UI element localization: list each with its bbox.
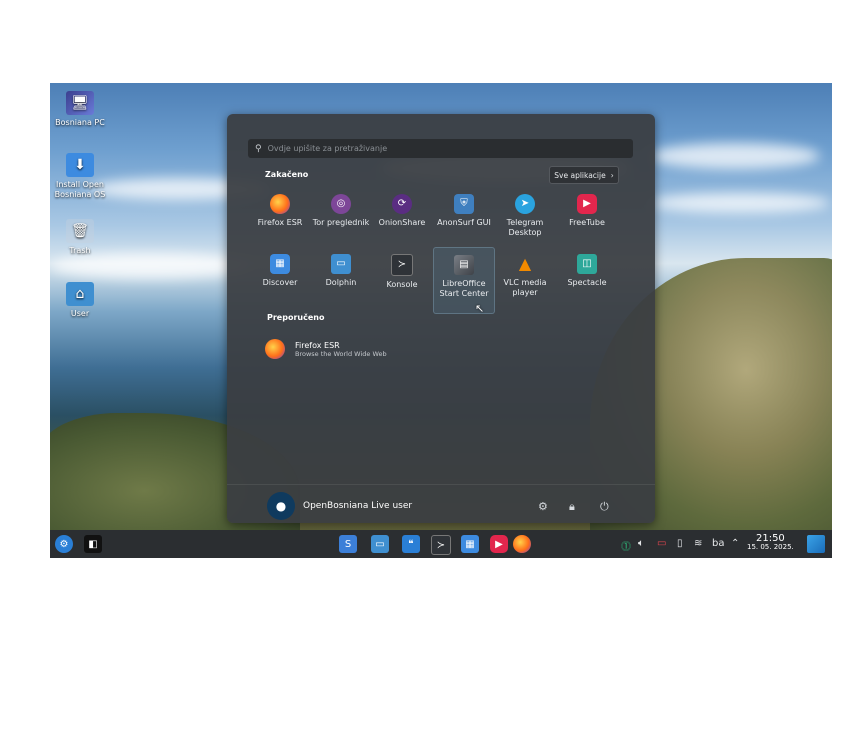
user-avatar[interactable]: ●	[267, 492, 295, 520]
show-desktop-icon[interactable]	[807, 535, 825, 553]
search-input[interactable]: ⚲ Ovdje upišite za pretraživanje	[248, 139, 633, 158]
app-dolphin[interactable]: ▭ Dolphin	[311, 254, 371, 288]
folder-icon: ▭	[331, 254, 351, 274]
app-anonsurf-gui[interactable]: ⛨ AnonSurf GUI	[434, 194, 494, 228]
taskbar-folder-icon[interactable]: ▭	[371, 535, 389, 553]
app-label: AnonSurf GUI	[437, 218, 491, 227]
app-label: VLC media player	[503, 278, 547, 297]
keyboard-layout-indicator[interactable]: ba	[712, 538, 724, 549]
lock-icon[interactable]: 🔒︎	[569, 500, 575, 514]
all-apps-label: Sve aplikacije	[554, 170, 606, 180]
desktop-screen: 🖥 Bosniana PC ⬇ Install Open Bosniana OS…	[50, 83, 832, 558]
cloud	[650, 193, 830, 213]
power-icon[interactable]: ⏻	[600, 500, 609, 514]
tor-icon: ◎	[331, 194, 351, 214]
app-konsole[interactable]: ≻ Konsole	[372, 254, 432, 290]
user-silhouette-icon: ●	[275, 499, 287, 513]
app-libreoffice-start-center[interactable]: ▤ LibreOffice Start Center	[433, 247, 495, 314]
app-tor-browser[interactable]: ◎ Tor preglednik	[311, 194, 371, 228]
cloud	[650, 143, 820, 169]
taskbar-terminal-icon[interactable]: ≻	[431, 535, 451, 555]
app-label: FreeTube	[569, 218, 605, 227]
recommended-item-firefox[interactable]: Firefox ESR Browse the World Wide Web	[265, 337, 505, 361]
firefox-icon	[270, 194, 290, 214]
search-icon: ⚲	[255, 143, 262, 154]
desktop-icon-trash[interactable]: 🗑 Trash	[50, 219, 115, 256]
terminal-icon: ≻	[391, 254, 413, 276]
app-freetube[interactable]: ▶ FreeTube	[557, 194, 617, 228]
trash-icon: 🗑	[66, 219, 94, 243]
desktop-icon-label: Bosniana PC	[55, 118, 105, 127]
application-launcher-menu: ⚲ Ovdje upišite za pretraživanje Zakačen…	[227, 114, 655, 523]
clipboard-icon[interactable]: ▯	[677, 538, 683, 549]
app-label: Firefox ESR	[257, 218, 303, 227]
taskbar: ⚙ ◧ S ▭ ❝ ≻ ▦ ▶ ⓵ 🔈︎ ▭ ▯ ≋ ba ⌃ 21:50 15…	[50, 530, 832, 558]
cloud	[50, 253, 250, 279]
desktop-icon-label: User	[70, 309, 90, 318]
app-label: Spectacle	[567, 278, 607, 287]
taskbar-firefox-icon[interactable]	[513, 535, 531, 553]
app-label: LibreOffice Start Center	[439, 279, 489, 298]
firefox-icon	[265, 339, 285, 359]
home-folder-icon: ⌂	[66, 282, 94, 306]
recommended-title: Firefox ESR	[295, 340, 340, 350]
clock[interactable]: 21:50 15. 05. 2025.	[747, 534, 794, 552]
desktop-icon-bosniana-pc[interactable]: 🖥 Bosniana PC	[50, 91, 115, 128]
user-name: OpenBosniana Live user	[303, 501, 413, 511]
app-vlc-media-player[interactable]: ▲ VLC media player	[495, 254, 555, 298]
pinned-section-title: Zakačeno	[265, 170, 309, 179]
pager-icon[interactable]: ◧	[84, 535, 102, 553]
clock-time: 21:50	[755, 533, 785, 544]
taskbar-store-icon[interactable]: S	[339, 535, 357, 553]
discover-icon: ▦	[270, 254, 290, 274]
app-onionshare[interactable]: ⟳ OnionShare	[372, 194, 432, 228]
taskbar-discover-icon[interactable]: ▦	[461, 535, 479, 553]
app-telegram-desktop[interactable]: ➤ Telegram Desktop	[495, 194, 555, 238]
spectacle-icon: ◫	[577, 254, 597, 274]
settings-gear-icon[interactable]: ⚙	[538, 500, 548, 513]
wifi-icon[interactable]: ≋	[694, 538, 702, 549]
chevron-up-icon[interactable]: ⌃	[731, 538, 739, 549]
app-label: Discover	[262, 278, 298, 287]
app-label: OnionShare	[378, 218, 426, 227]
onionshare-icon: ⟳	[392, 194, 412, 214]
mouse-cursor-icon: ↖	[475, 302, 485, 315]
desktop-icon-user[interactable]: ⌂ User	[50, 282, 115, 319]
app-label: Dolphin	[325, 278, 357, 287]
app-discover[interactable]: ▦ Discover	[250, 254, 310, 288]
taskbar-notes-icon[interactable]: ❝	[402, 535, 420, 553]
anonsurf-shield-icon: ⛨	[454, 194, 474, 214]
app-label: Telegram Desktop	[506, 218, 544, 237]
all-apps-button[interactable]: Sve aplikacije ›	[549, 166, 619, 184]
libreoffice-icon: ▤	[454, 255, 474, 275]
clock-date: 15. 05. 2025.	[747, 543, 794, 551]
app-label: Konsole	[386, 280, 418, 289]
app-firefox-esr[interactable]: Firefox ESR	[250, 194, 310, 228]
chevron-right-icon: ›	[610, 170, 614, 180]
freetube-icon: ▶	[577, 194, 597, 214]
taskbar-freetube-icon[interactable]: ▶	[490, 535, 508, 553]
desktop-icon-label: Trash	[69, 246, 91, 255]
telegram-icon: ➤	[515, 194, 535, 214]
battery-icon[interactable]: ▭	[657, 538, 666, 549]
desktop-icon-label: Install Open Bosniana OS	[54, 180, 106, 199]
app-launcher-gear-icon[interactable]: ⚙	[55, 535, 73, 553]
search-placeholder: Ovdje upišite za pretraživanje	[267, 144, 388, 153]
recommended-section-title: Preporučeno	[267, 313, 325, 322]
install-download-icon: ⬇	[66, 153, 94, 177]
app-spectacle[interactable]: ◫ Spectacle	[557, 254, 617, 288]
vlc-cone-icon: ▲	[518, 254, 532, 273]
volume-icon[interactable]: 🔈︎	[638, 538, 644, 549]
recommended-subtitle: Browse the World Wide Web	[295, 349, 387, 358]
desktop-icon-install[interactable]: ⬇ Install Open Bosniana OS	[50, 153, 115, 200]
update-notifier-icon[interactable]: ⓵	[621, 538, 631, 553]
menu-footer: ● OpenBosniana Live user ⚙ 🔒︎ ⏻	[227, 484, 655, 524]
app-label: Tor preglednik	[312, 218, 370, 227]
monitor-icon: 🖥	[66, 91, 94, 115]
